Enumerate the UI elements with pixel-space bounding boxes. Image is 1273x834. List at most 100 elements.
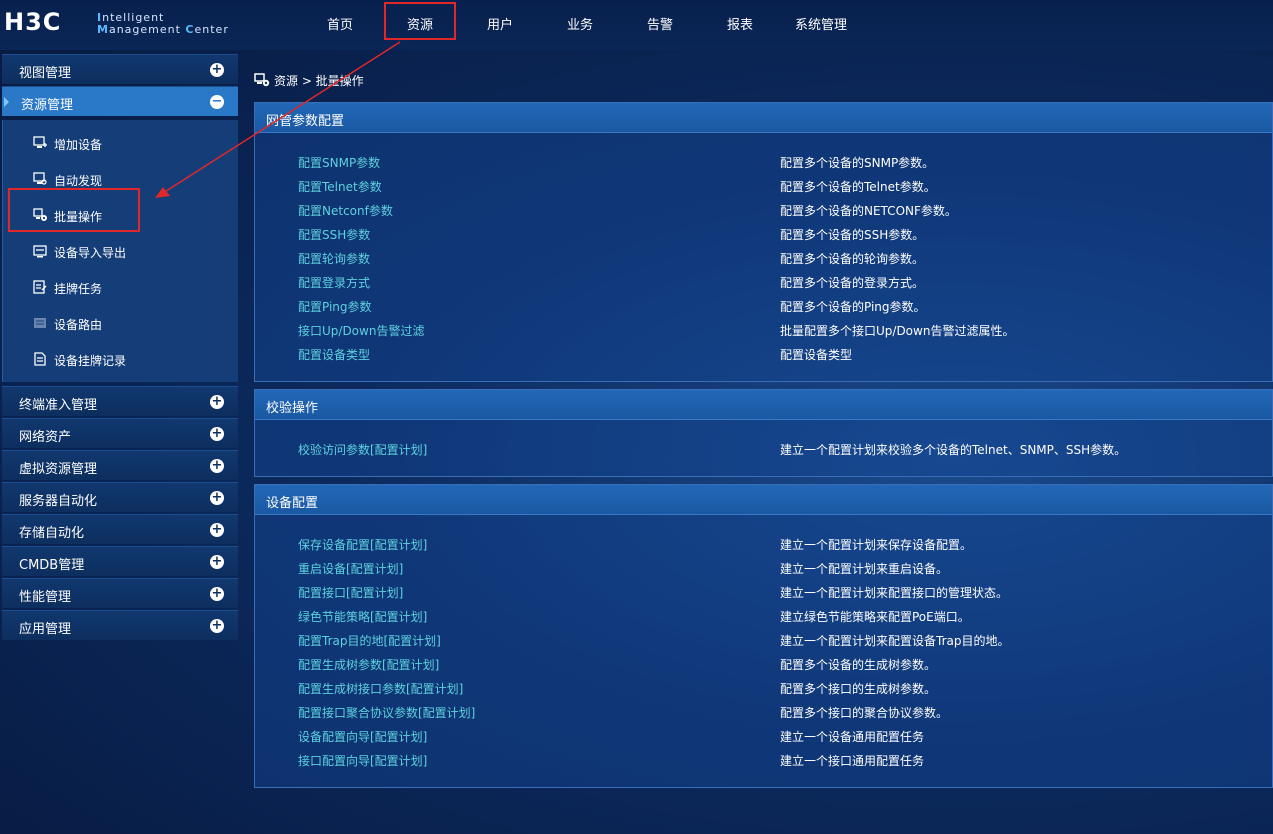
operation-link[interactable]: 配置Netconf参数 — [298, 202, 393, 219]
sidebar-section[interactable]: 存储自动化 + — [2, 514, 238, 544]
operation-link[interactable]: 配置Ping参数 — [298, 298, 372, 315]
top-header: H3C Intelligent Management Center 首页 资源 用户… — [0, 0, 1273, 50]
table-row: 配置Trap目的地[配置计划] 建立一个配置计划来配置设备Trap目的地。 — [255, 632, 1272, 650]
expand-icon[interactable]: + — [210, 395, 224, 409]
sidebar-section[interactable]: 服务器自动化 + — [2, 482, 238, 512]
sidebar-section[interactable]: 网络资产 + — [2, 418, 238, 448]
import-export-icon — [33, 245, 47, 258]
operation-description: 建立一个设备通用配置任务 — [780, 730, 925, 744]
operation-link[interactable]: 配置设备类型 — [298, 346, 370, 363]
operation-description: 配置多个设备的SSH参数。 — [780, 228, 925, 242]
operation-description: 配置多个设备的登录方式。 — [780, 276, 925, 290]
device-route-icon — [34, 318, 46, 328]
nav-item-2[interactable]: 用户 — [487, 14, 513, 33]
nav-item-0[interactable]: 首页 — [327, 14, 353, 33]
batch-operation-icon — [254, 73, 270, 87]
operation-link[interactable]: 配置生成树接口参数[配置计划] — [298, 680, 463, 697]
operation-description: 建立一个接口通用配置任务 — [780, 754, 925, 768]
expand-icon[interactable]: + — [210, 523, 224, 537]
nav-item-3[interactable]: 业务 — [567, 14, 593, 33]
table-row: 配置生成树接口参数[配置计划] 配置多个接口的生成树参数。 — [255, 680, 1272, 698]
table-row: 配置Telnet参数 配置多个设备的Telnet参数。 — [255, 178, 1272, 196]
expand-icon[interactable]: + — [210, 619, 224, 633]
collapse-icon[interactable]: − — [210, 95, 224, 109]
config-panel: 网管参数配置 配置SNMP参数 配置多个设备的SNMP参数。 配置Telnet参数 配置… — [254, 102, 1273, 382]
operation-link[interactable]: 配置接口聚合协议参数[配置计划] — [298, 704, 475, 721]
expand-icon[interactable]: + — [210, 587, 224, 601]
operation-description: 配置设备类型 — [780, 348, 853, 362]
expand-icon[interactable]: + — [210, 63, 224, 77]
sidebar-subitem-label: 挂牌任务 — [54, 282, 103, 296]
expand-icon[interactable]: + — [210, 555, 224, 569]
panel-title: 网管参数配置 — [255, 103, 1272, 133]
table-row: 校验访问参数[配置计划] 建立一个配置计划来校验多个设备的Telnet、SNMP、… — [255, 441, 1272, 459]
operation-link[interactable]: 重启设备[配置计划] — [298, 560, 403, 577]
operation-description: 配置多个接口的聚合协议参数。 — [780, 706, 949, 720]
panel-title: 校验操作 — [255, 390, 1272, 420]
operation-link[interactable]: 配置登录方式 — [298, 274, 370, 291]
operation-description: 配置多个设备的NETCONF参数。 — [780, 204, 957, 218]
sidebar-section[interactable]: CMDB管理 + — [2, 546, 238, 576]
sidebar-subitem-label: 设备挂牌记录 — [54, 354, 127, 368]
nav-highlight-box — [384, 2, 456, 40]
breadcrumb-text: 资源 > 批量操作 — [274, 74, 364, 88]
sidebar-section[interactable]: 应用管理 + — [2, 610, 238, 640]
nav-item-6[interactable]: 系统管理 — [795, 14, 847, 33]
table-row: 配置接口[配置计划] 建立一个配置计划来配置接口的管理状态。 — [255, 584, 1272, 602]
logo-subtitle: Intelligent Management Center — [97, 11, 229, 36]
table-row: 配置生成树参数[配置计划] 配置多个设备的生成树参数。 — [255, 656, 1272, 674]
sidebar-section[interactable]: 视图管理 + — [2, 54, 238, 84]
operation-description: 建立绿色节能策略来配置PoE端口。 — [780, 610, 970, 624]
operation-link[interactable]: 接口Up/Down告警过滤 — [298, 322, 424, 339]
operation-description: 建立一个配置计划来保存设备配置。 — [780, 538, 973, 552]
operation-link[interactable]: 配置轮询参数 — [298, 250, 370, 267]
tag-task-icon — [33, 280, 47, 294]
operation-link[interactable]: 配置Trap目的地[配置计划] — [298, 632, 441, 649]
sidebar-section[interactable]: 资源管理 − — [2, 86, 238, 116]
expand-icon[interactable]: + — [210, 427, 224, 441]
expand-icon[interactable]: + — [210, 491, 224, 505]
logo-wordmark: H3C — [4, 8, 62, 36]
operation-link[interactable]: 配置SNMP参数 — [298, 154, 380, 171]
sidebar-section[interactable]: 性能管理 + — [2, 578, 238, 608]
active-indicator-icon — [4, 97, 9, 107]
config-panel: 校验操作校验访问参数[配置计划] 建立一个配置计划来校验多个设备的Telnet、S… — [254, 389, 1273, 477]
table-row: 配置Ping参数 配置多个设备的Ping参数。 — [255, 298, 1272, 316]
sidebar-section[interactable]: 终端准入管理 + — [2, 386, 238, 416]
operation-link[interactable]: 配置Telnet参数 — [298, 178, 382, 195]
sidebar-subitem-label: 设备路由 — [54, 318, 103, 332]
sidebar: 增加设备 自动发现 批量操作 设备导入导出 挂牌任务 设备路由 设备挂牌记录 视图管理 + 资源… — [0, 54, 240, 834]
sidebar-section[interactable]: 虚拟资源管理 + — [2, 450, 238, 480]
table-row: 接口Up/Down告警过滤 批量配置多个接口Up/Down告警过滤属性。 — [255, 322, 1272, 340]
operation-description: 配置多个设备的生成树参数。 — [780, 658, 937, 672]
config-panel: 设备配置 保存设备配置[配置计划] 建立一个配置计划来保存设备配置。 重启设备[配置计… — [254, 484, 1273, 788]
submenu-highlight-box — [8, 188, 140, 232]
expand-icon[interactable]: + — [210, 459, 224, 473]
sidebar-section-label: 服务器自动化 — [19, 494, 98, 509]
operation-link[interactable]: 设备配置向导[配置计划] — [298, 728, 427, 745]
operation-description: 配置多个设备的SNMP参数。 — [780, 156, 935, 170]
table-row: 配置登录方式 配置多个设备的登录方式。 — [255, 274, 1272, 292]
operation-description: 批量配置多个接口Up/Down告警过滤属性。 — [780, 324, 1015, 338]
nav-item-4[interactable]: 告警 — [647, 14, 673, 33]
nav-item-5[interactable]: 报表 — [727, 14, 753, 33]
operation-link[interactable]: 配置接口[配置计划] — [298, 584, 403, 601]
table-row: 配置接口聚合协议参数[配置计划] 配置多个接口的聚合协议参数。 — [255, 704, 1272, 722]
operation-link[interactable]: 配置生成树参数[配置计划] — [298, 656, 439, 673]
table-row: 绿色节能策略[配置计划] 建立绿色节能策略来配置PoE端口。 — [255, 608, 1272, 626]
sidebar-section-label: CMDB管理 — [19, 558, 85, 573]
operation-link[interactable]: 接口配置向导[配置计划] — [298, 752, 427, 769]
operation-link[interactable]: 校验访问参数[配置计划] — [298, 441, 427, 458]
sidebar-section-label: 终端准入管理 — [19, 398, 98, 413]
operation-link[interactable]: 绿色节能策略[配置计划] — [298, 608, 427, 625]
table-row: 接口配置向导[配置计划] 建立一个接口通用配置任务 — [255, 752, 1272, 770]
sidebar-section-label: 性能管理 — [19, 590, 72, 605]
operation-link[interactable]: 配置SSH参数 — [298, 226, 370, 243]
sidebar-section-label: 虚拟资源管理 — [19, 462, 98, 477]
operation-description: 建立一个配置计划来重启设备。 — [780, 562, 949, 576]
operation-link[interactable]: 保存设备配置[配置计划] — [298, 536, 427, 553]
table-row: 配置设备类型 配置设备类型 — [255, 346, 1272, 364]
table-row: 保存设备配置[配置计划] 建立一个配置计划来保存设备配置。 — [255, 536, 1272, 554]
resource-submenu: 增加设备 自动发现 批量操作 设备导入导出 挂牌任务 设备路由 设备挂牌记录 — [2, 120, 238, 382]
table-row: 配置SSH参数 配置多个设备的SSH参数。 — [255, 226, 1272, 244]
